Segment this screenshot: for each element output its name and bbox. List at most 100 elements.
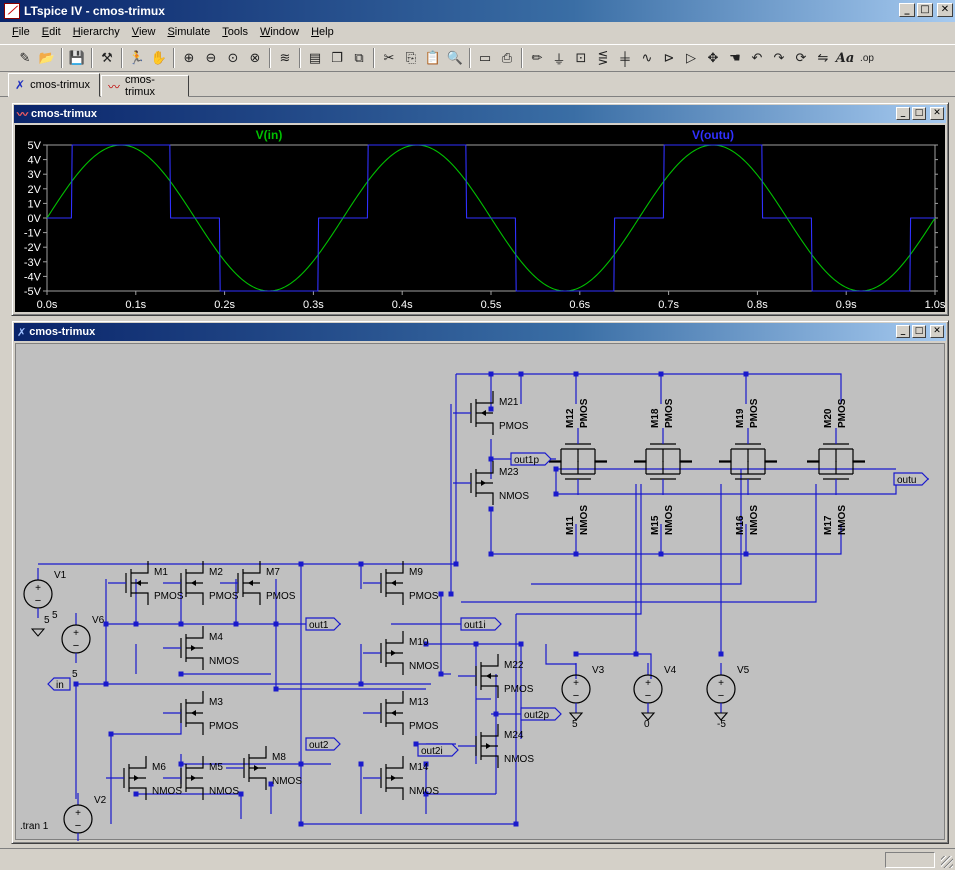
net-label-out2p[interactable]: out2p: [520, 707, 562, 721]
voltage-source-v6[interactable]: +− V6 5: [61, 613, 105, 680]
net-label-out1[interactable]: out1: [305, 617, 341, 631]
drag-icon[interactable]: ☚: [724, 47, 746, 69]
close-windows-icon[interactable]: ⧉: [348, 47, 370, 69]
open-icon[interactable]: 📂: [36, 47, 58, 69]
transistor-m16[interactable]: M16 NMOS: [719, 460, 777, 535]
transistor-m4[interactable]: M4 NMOS: [163, 626, 239, 670]
transistor-m8[interactable]: M8 NMOS: [226, 746, 302, 790]
ground-icon[interactable]: ⏚: [548, 47, 570, 69]
resize-grip[interactable]: [941, 856, 953, 868]
spice-directive-icon[interactable]: .op: [856, 47, 878, 69]
transistor-m14[interactable]: M14 NMOS: [363, 756, 439, 800]
plot-settings-icon[interactable]: ≋: [274, 47, 296, 69]
voltage-source-v3[interactable]: +− V3 5: [561, 663, 605, 730]
zoom-fit-icon[interactable]: ⊙: [222, 47, 244, 69]
move-icon[interactable]: ✥: [702, 47, 724, 69]
legend-v-outu[interactable]: V(outu): [692, 128, 734, 142]
run-icon[interactable]: 🏃: [126, 47, 148, 69]
schematic-drawing[interactable]: +−V155+−V65+−V2SINE(0 5 3)+−V35+−V40+−V5…: [16, 344, 946, 860]
new-schematic-icon[interactable]: ✎: [14, 47, 36, 69]
label-net-icon[interactable]: ⊡: [570, 47, 592, 69]
cascade-icon[interactable]: ❐: [326, 47, 348, 69]
menu-simulate[interactable]: Simulate: [161, 26, 216, 38]
minimize-button[interactable]: _: [896, 107, 910, 120]
diode-icon[interactable]: ⊳: [658, 47, 680, 69]
menu-hierarchy[interactable]: Hierarchy: [67, 26, 126, 38]
control-panel-icon[interactable]: ⚒: [96, 47, 118, 69]
tab-waveform[interactable]: 〰 cmos-trimux: [101, 74, 189, 98]
menu-window[interactable]: Window: [254, 26, 305, 38]
net-label-out2i[interactable]: out2i: [417, 743, 459, 757]
print-icon[interactable]: ⎙: [496, 47, 518, 69]
waveform-plot[interactable]: 5V 4V 3V 2V 1V 0V -1V -2V -3V -4V -5V 0.0s 0.1s 0.2s 0…: [15, 125, 946, 312]
app-title-bar[interactable]: ⟋ LTspice IV - cmos-trimux _ □ ✕: [0, 0, 955, 22]
net-label-out2[interactable]: out2: [305, 737, 341, 751]
minimize-button[interactable]: _: [899, 3, 915, 17]
x-tick-label: 0.7s: [658, 299, 679, 311]
undo-icon[interactable]: ↶: [746, 47, 768, 69]
ltspice-app-icon[interactable]: ⟋: [4, 3, 20, 19]
halt-icon[interactable]: ✋: [148, 47, 170, 69]
net-label-out1p[interactable]: out1p: [510, 452, 552, 466]
zoom-out-icon[interactable]: ⊖: [200, 47, 222, 69]
transistor-m12[interactable]: M12 PMOS: [549, 398, 607, 463]
transistor-m9[interactable]: M9 PMOS: [363, 561, 439, 605]
rotate-icon[interactable]: ⟳: [790, 47, 812, 69]
capacitor-icon[interactable]: ╪: [614, 47, 636, 69]
voltage-source-v5[interactable]: +− V5 -5: [706, 663, 750, 730]
close-button[interactable]: ✕: [930, 325, 944, 338]
tile-horizontal-icon[interactable]: ▤: [304, 47, 326, 69]
close-button[interactable]: ✕: [937, 3, 953, 17]
paste-icon[interactable]: 📋: [422, 47, 444, 69]
schematic-canvas[interactable]: +−V155+−V65+−V2SINE(0 5 3)+−V35+−V40+−V5…: [15, 343, 946, 860]
restore-button[interactable]: □: [912, 107, 926, 120]
find-icon[interactable]: 🔍: [444, 47, 466, 69]
redo-icon[interactable]: ↷: [768, 47, 790, 69]
voltage-source-v2[interactable]: +−V2SINE(0 5 3): [63, 793, 126, 860]
toolbar-separator: [121, 48, 123, 68]
resistor-icon[interactable]: ⋚: [592, 47, 614, 69]
transistor-m15[interactable]: M15 NMOS: [634, 460, 692, 535]
cut-icon[interactable]: ✂: [378, 47, 400, 69]
save-icon[interactable]: 💾: [66, 47, 88, 69]
menu-file[interactable]: File: [6, 26, 36, 38]
draw-wire-icon[interactable]: ✏: [526, 47, 548, 69]
copy-icon[interactable]: ⎘: [400, 47, 422, 69]
component-icon[interactable]: ▷: [680, 47, 702, 69]
waveform-chart[interactable]: 5V 4V 3V 2V 1V 0V -1V -2V -3V -4V -5V0.0s 0.1s 0.2s 0…: [15, 125, 946, 312]
legend-v-in[interactable]: V(in): [256, 128, 283, 142]
tab-schematic[interactable]: ✗ cmos-trimux: [8, 73, 100, 97]
transistor-m20[interactable]: M20 PMOS: [807, 398, 865, 463]
waveform-window[interactable]: 〰 cmos-trimux _ □ ✕ 5V 4V 3V 2V 1V 0V -1V -2V -3…: [11, 102, 949, 316]
text-icon[interactable]: Aa: [834, 47, 856, 69]
menu-view[interactable]: View: [126, 26, 162, 38]
minimize-button[interactable]: _: [896, 325, 910, 338]
transistor-m18[interactable]: M18 PMOS: [634, 398, 692, 463]
print-preview-icon[interactable]: ▭: [474, 47, 496, 69]
net-label-outu[interactable]: outu: [893, 472, 929, 486]
mirror-icon[interactable]: ⇋: [812, 47, 834, 69]
transistor-m3[interactable]: M3 PMOS: [163, 691, 239, 735]
maximize-button[interactable]: □: [917, 3, 933, 17]
inductor-icon[interactable]: ∿: [636, 47, 658, 69]
restore-button[interactable]: □: [912, 325, 926, 338]
net-label-out1i[interactable]: out1i: [460, 617, 502, 631]
transistor-m10[interactable]: M10 NMOS: [363, 631, 439, 675]
zoom-in-icon[interactable]: ⊕: [178, 47, 200, 69]
zoom-cancel-icon[interactable]: ⊗: [244, 47, 266, 69]
waveform-window-titlebar[interactable]: 〰 cmos-trimux _ □ ✕: [14, 105, 946, 123]
close-button[interactable]: ✕: [930, 107, 944, 120]
spice-directive[interactable]: .tran 1: [20, 821, 49, 832]
voltage-source-v1[interactable]: +− V1 5: [23, 568, 67, 621]
net-label-in[interactable]: in: [47, 677, 71, 691]
voltage-source-v4[interactable]: +− V4 0: [633, 663, 677, 730]
transistor-m13[interactable]: M13 PMOS: [363, 691, 439, 735]
menu-tools[interactable]: Tools: [216, 26, 254, 38]
transistor-m19[interactable]: M19 PMOS: [719, 398, 777, 463]
transistor-m11[interactable]: M11 NMOS: [549, 460, 607, 535]
schematic-window[interactable]: ✗ cmos-trimux _ □ ✕ +−V155+−V65+−V2SINE(…: [11, 320, 949, 860]
schematic-window-titlebar[interactable]: ✗ cmos-trimux _ □ ✕: [14, 323, 946, 341]
menu-help[interactable]: Help: [305, 26, 340, 38]
menu-edit[interactable]: Edit: [36, 26, 67, 38]
series-v-outu[interactable]: [47, 144, 935, 292]
